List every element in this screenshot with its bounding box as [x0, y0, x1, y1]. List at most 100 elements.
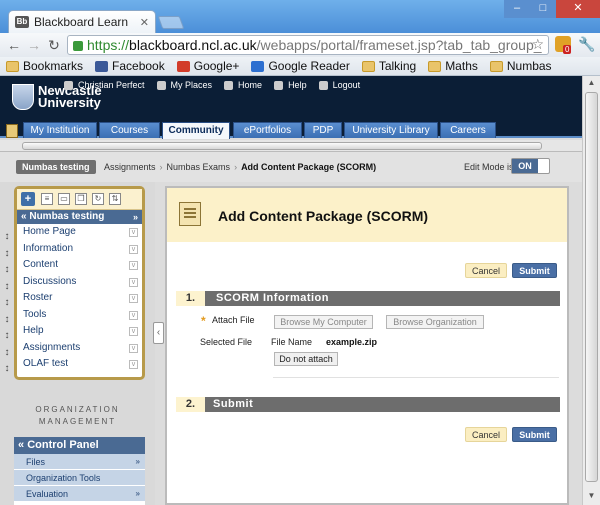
close-tab-icon[interactable]: ✕: [140, 16, 149, 29]
menu-item-label: Home Page: [23, 226, 76, 237]
bookmark-label: Google Reader: [268, 59, 350, 73]
refresh-icon[interactable]: ↻: [92, 193, 104, 205]
window-close-icon[interactable]: ✕: [556, 0, 600, 18]
control-panel-title[interactable]: « Control Panel: [14, 437, 145, 454]
drag-handle-icon[interactable]: ↕: [0, 279, 14, 296]
horizontal-scrollbar[interactable]: [0, 140, 582, 152]
organization-management-heading: ORGANIZATION MANAGEMENT: [0, 398, 155, 431]
tab-community[interactable]: Community: [162, 122, 230, 139]
do-not-attach-button[interactable]: Do not attach: [274, 352, 338, 366]
back-icon[interactable]: ←: [4, 37, 24, 53]
drag-handle-icon[interactable]: ↕: [0, 246, 14, 263]
logout-link[interactable]: Logout: [318, 80, 360, 90]
home-icon: [224, 80, 234, 90]
home-link[interactable]: Home: [224, 80, 262, 90]
course-menu-item-olaf-test[interactable]: OLAF test v: [17, 356, 142, 373]
course-menu-item-tools[interactable]: Tools v: [17, 307, 142, 324]
maximize-icon[interactable]: □: [530, 0, 556, 18]
tab-eportfolios[interactable]: ePortfolios: [233, 122, 302, 138]
menu-toggle-icon[interactable]: [6, 124, 18, 138]
bookmark-google-reader[interactable]: Google Reader: [251, 59, 350, 73]
course-menu: + ≡ ▭ ❐ ↻ ⇅ « Numbas testing » Home Page…: [14, 186, 145, 380]
bookmark-talking[interactable]: Talking: [361, 59, 416, 73]
folder-icon: [361, 60, 375, 72]
drag-handle-icon[interactable]: ↕: [0, 262, 14, 279]
scroll-up-icon[interactable]: ▲: [585, 78, 598, 90]
url-path: /webapps/portal/frameset.jsp?tab_tab_gro…: [256, 37, 542, 53]
cancel-button-top[interactable]: Cancel: [465, 263, 507, 278]
tab-pdp[interactable]: PDP: [304, 122, 342, 138]
collapse-menu-arrow-icon[interactable]: ‹: [153, 322, 164, 344]
chevron-down-icon[interactable]: v: [129, 294, 138, 303]
add-menu-item-icon[interactable]: +: [21, 192, 35, 206]
course-menu-item-content[interactable]: Content v: [17, 257, 142, 274]
course-menu-item-help[interactable]: Help v: [17, 323, 142, 340]
chevron-down-icon[interactable]: v: [129, 343, 138, 353]
course-name-badge[interactable]: Numbas testing: [16, 160, 96, 174]
submit-button-bottom[interactable]: Submit: [512, 427, 557, 442]
course-menu-item-assignments[interactable]: Assignments v: [17, 340, 142, 357]
drag-handle-icon[interactable]: ↕: [0, 312, 14, 329]
tab-careers[interactable]: Careers: [440, 122, 496, 138]
scrollbar-thumb[interactable]: [585, 92, 598, 482]
bookmark-google-plus[interactable]: Google+: [176, 59, 239, 73]
breadcrumb-assignments[interactable]: Assignments: [104, 162, 156, 172]
drag-handle-icon[interactable]: ↕: [0, 361, 14, 378]
list-view-icon[interactable]: ≡: [41, 193, 53, 205]
vertical-scrollbar[interactable]: ▲ ▼: [582, 76, 600, 505]
course-menu-item-information[interactable]: Information v: [17, 241, 142, 258]
bookmark-numbas[interactable]: Numbas: [489, 59, 552, 73]
control-panel-item-evaluation[interactable]: Evaluation »: [14, 486, 145, 502]
bookmark-bookmarks[interactable]: Bookmarks: [6, 59, 83, 73]
breadcrumb-numbas-exams[interactable]: Numbas Exams: [167, 162, 231, 172]
chevron-down-icon[interactable]: v: [129, 327, 138, 336]
course-menu-title[interactable]: « Numbas testing »: [17, 210, 142, 224]
bookmark-label: Maths: [445, 59, 478, 73]
bookmark-star-icon[interactable]: ☆: [531, 36, 544, 53]
tab-courses[interactable]: Courses: [99, 122, 160, 138]
chevron-down-icon[interactable]: v: [129, 261, 138, 270]
browse-organization-button[interactable]: Browse Organization: [386, 315, 484, 329]
drag-handle-icon[interactable]: ↕: [0, 295, 14, 312]
scrollbar-thumb[interactable]: [22, 142, 542, 150]
course-menu-item-discussions[interactable]: Discussions v: [17, 274, 142, 291]
menu-item-label: Tools: [23, 308, 47, 320]
course-menu-item-roster[interactable]: Roster v: [17, 290, 142, 307]
address-bar[interactable]: https:// blackboard.ncl.ac.uk /webapps/p…: [67, 35, 549, 55]
folder-view-icon[interactable]: ▭: [58, 193, 70, 205]
edit-mode-toggle[interactable]: ON: [511, 158, 550, 174]
expand-icon[interactable]: »: [133, 210, 138, 224]
tab-university-library[interactable]: University Library: [344, 122, 438, 138]
my-places-link[interactable]: My Places: [156, 80, 212, 90]
new-window-icon[interactable]: ❐: [75, 193, 87, 205]
chevron-down-icon[interactable]: v: [129, 360, 138, 369]
header-links: Christian Perfect My Places Home Help Lo…: [64, 80, 372, 90]
browser-tab[interactable]: Bb Blackboard Learn ✕: [8, 10, 156, 33]
drag-handle-icon[interactable]: ↕: [0, 229, 14, 246]
new-tab-button[interactable]: [157, 16, 185, 29]
minimize-icon[interactable]: –: [504, 0, 530, 18]
drag-handle-icon[interactable]: ↕: [0, 328, 14, 345]
reorder-icon[interactable]: ⇅: [109, 193, 121, 205]
bookmark-maths[interactable]: Maths: [428, 59, 478, 73]
scroll-down-icon[interactable]: ▼: [585, 491, 598, 503]
reload-icon[interactable]: ↻: [44, 37, 64, 54]
course-menu-item-home-page[interactable]: Home Page v: [17, 224, 142, 241]
folder-icon: [489, 60, 503, 72]
drag-handle-icon[interactable]: ↕: [0, 345, 14, 362]
forward-icon[interactable]: →: [24, 37, 44, 53]
wrench-menu-icon[interactable]: 🔧: [578, 36, 595, 53]
edit-mode-value: ON: [512, 159, 538, 173]
browse-my-computer-button[interactable]: Browse My Computer: [274, 315, 373, 329]
chevron-down-icon[interactable]: v: [129, 277, 138, 287]
chevron-down-icon[interactable]: v: [129, 228, 138, 237]
chevron-down-icon[interactable]: v: [129, 310, 138, 320]
cancel-button-bottom[interactable]: Cancel: [465, 427, 507, 442]
control-panel-item-files[interactable]: Files »: [14, 454, 145, 470]
control-panel-item-organization-tools[interactable]: Organization Tools: [14, 470, 145, 486]
tab-my-institution[interactable]: My Institution: [23, 122, 97, 138]
help-link[interactable]: Help: [274, 80, 307, 90]
chevron-down-icon[interactable]: v: [129, 244, 138, 254]
bookmark-facebook[interactable]: Facebook: [95, 59, 165, 73]
submit-button-top[interactable]: Submit: [512, 263, 557, 278]
